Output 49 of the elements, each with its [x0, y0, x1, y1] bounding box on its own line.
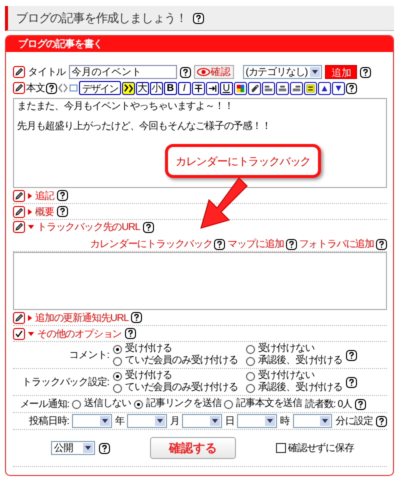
category-select[interactable]: (カテゴリなし) [242, 65, 322, 79]
option-label: コメント: [68, 349, 109, 362]
trackback-link[interactable]: カレンダーにトラックバック [90, 237, 212, 251]
date-unit-label: 時 [280, 414, 290, 428]
format-button[interactable]: 大 [136, 82, 149, 94]
format-button[interactable]: B [164, 82, 177, 94]
section-toggle-link[interactable]: 概要 [35, 204, 54, 218]
preview-button[interactable]: 確認 [194, 65, 234, 79]
radio-option[interactable]: 受け付ける [113, 343, 238, 355]
reader-count: 読者数: 0人 [305, 398, 352, 411]
radio-option[interactable]: 承認後、受け付ける [246, 382, 342, 394]
body-text-line: またまた、今月もイベントやっちゃいますよ～！！ [17, 101, 234, 113]
title-input[interactable]: 今月のイベント [68, 65, 177, 79]
radio-option[interactable]: ていだ会員のみ受け付ける [113, 382, 238, 394]
panel-title: ブログの記事を書く [18, 38, 103, 51]
section-toggle-link[interactable]: トラックバック先のURL [37, 220, 140, 234]
section-toggle-link[interactable]: 追加の更新通知先URL [35, 310, 128, 324]
trackback-link[interactable]: マップに追加 [227, 237, 284, 251]
radio-option[interactable]: 受け付けない [246, 343, 342, 355]
radio-option[interactable]: 送信しない [72, 398, 132, 410]
status-select[interactable]: 公開 [51, 441, 95, 455]
body-label: 本文 [26, 82, 45, 95]
title-label: タイトル [28, 66, 66, 79]
option-label: 投稿日時: [28, 414, 69, 428]
callout-text: カレンダーにトラックバック [175, 154, 311, 168]
option-label: トラックバック設定: [21, 376, 109, 389]
radio-option[interactable]: 受け付ける [113, 370, 238, 382]
body-text-line: 先月も超盛り上がったけど、今回もそんなご様子の予感！！ [17, 121, 272, 133]
radio-option[interactable]: 記事リンクを送信 [134, 398, 222, 410]
radio-option[interactable]: 受け付けない [246, 370, 342, 382]
format-button[interactable]: U [220, 82, 233, 94]
date-unit-label: 月 [170, 415, 180, 428]
radio-option[interactable]: ていだ会員のみ受け付ける [113, 355, 238, 367]
option-label: メール通知: [18, 398, 69, 411]
format-button[interactable]: I [178, 82, 191, 94]
confirm-button[interactable]: 確認する [150, 437, 236, 459]
radio-option[interactable]: 承認後、受け付ける [246, 355, 342, 367]
date-unit-label: 年 [114, 415, 124, 428]
add-button[interactable]: 追加 [325, 65, 358, 79]
date-unit-label: 分に設定 [335, 414, 373, 428]
page-title: ブログの記事を作成しましょう！ [16, 10, 188, 26]
format-button[interactable]: 小 [150, 82, 163, 94]
section-toggle-link[interactable]: 追記 [35, 188, 54, 202]
trackback-link[interactable]: フォトラバに追加 [298, 237, 374, 251]
design-button[interactable]: デザイン [78, 81, 121, 95]
radio-option[interactable]: 記事本文を送信 [224, 398, 302, 410]
save-checkbox[interactable]: 確認せずに保存 [276, 441, 354, 455]
date-unit-label: 日 [225, 415, 234, 428]
section-toggle-link[interactable]: その他のオプション [37, 326, 122, 340]
